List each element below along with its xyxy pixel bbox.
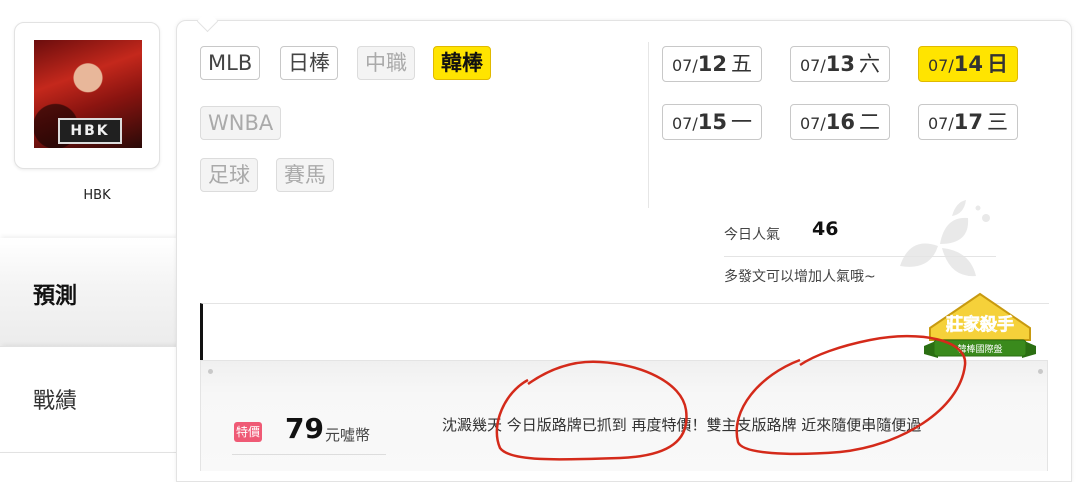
sidebar-tab-record[interactable]: 戰績 [0, 346, 186, 451]
date-day: 14 [953, 52, 983, 76]
date-month: 07/ [800, 56, 826, 75]
date-day: 16 [825, 110, 855, 134]
username[interactable]: HBK [14, 188, 180, 203]
date-month: 07/ [672, 56, 698, 75]
date-month: 07/ [672, 114, 698, 133]
sport-soccer-button[interactable]: 足球 [200, 158, 258, 192]
popularity-value: 46 [812, 218, 839, 240]
date-month: 07/ [928, 56, 954, 75]
avatar[interactable]: HBK [34, 40, 142, 148]
date-weekday: 二 [858, 110, 880, 134]
date-weekday: 三 [986, 110, 1008, 134]
date-month: 07/ [800, 114, 826, 133]
filter-divider [648, 42, 649, 208]
decorative-flower-icon [900, 200, 990, 277]
popularity-label: 今日人氣 [724, 227, 780, 243]
sidebar-tab-next[interactable] [0, 452, 186, 473]
badge-subtitle: 韓棒國際盤 [957, 343, 1002, 355]
date-0716-button[interactable]: 07/16 二 [790, 104, 890, 140]
date-day: 15 [697, 110, 727, 134]
popularity-divider [724, 256, 996, 257]
date-0717-button[interactable]: 07/17 三 [918, 104, 1018, 140]
sport-horse-racing-button[interactable]: 賽馬 [276, 158, 334, 192]
date-day: 17 [953, 110, 983, 134]
sport-wnba-button[interactable]: WNBA [200, 106, 282, 140]
avatar-logo: HBK [58, 118, 122, 144]
date-0714-button[interactable]: 07/14 日 [918, 46, 1018, 82]
date-weekday: 六 [858, 52, 880, 76]
special-price-tag: 特價 [234, 422, 262, 442]
sport-cpbl-button[interactable]: 中職 [357, 46, 415, 80]
sport-mlb-button[interactable]: MLB [200, 46, 261, 80]
popularity-tip: 多發文可以增加人氣哦~ [724, 269, 876, 285]
date-0712-button[interactable]: 07/12 五 [662, 46, 762, 82]
date-weekday: 一 [730, 110, 752, 134]
avatar-card: HBK [14, 22, 160, 169]
date-month: 07/ [928, 114, 954, 133]
date-weekday: 日 [986, 52, 1008, 76]
price-unit: 元噓幣 [325, 426, 371, 444]
corner-dot [1038, 369, 1043, 374]
corner-dot [208, 369, 213, 374]
sport-npb-button[interactable]: 日棒 [280, 46, 338, 80]
date-day: 13 [825, 52, 855, 76]
sidebar-tab-predict[interactable]: 預測 [0, 238, 186, 346]
listing-description-link[interactable]: 沈澱幾天 今日版路牌已抓到 再度特價！雙主支版路牌 近來隨便串隨便過 [442, 414, 921, 435]
banker-killer-badge[interactable]: 莊家殺手 韓棒國際盤 [918, 288, 1042, 368]
date-weekday: 五 [730, 52, 752, 76]
price-value: 79 [285, 412, 324, 445]
sidebar-tab-label: 戰績 [33, 389, 78, 414]
date-0715-button[interactable]: 07/15 一 [662, 104, 762, 140]
sidebar-tab-label: 預測 [33, 284, 78, 309]
sport-kbo-button[interactable]: 韓棒 [433, 46, 491, 80]
date-0713-button[interactable]: 07/13 六 [790, 46, 890, 82]
date-day: 12 [697, 52, 727, 76]
badge-title: 莊家殺手 [946, 314, 1014, 335]
